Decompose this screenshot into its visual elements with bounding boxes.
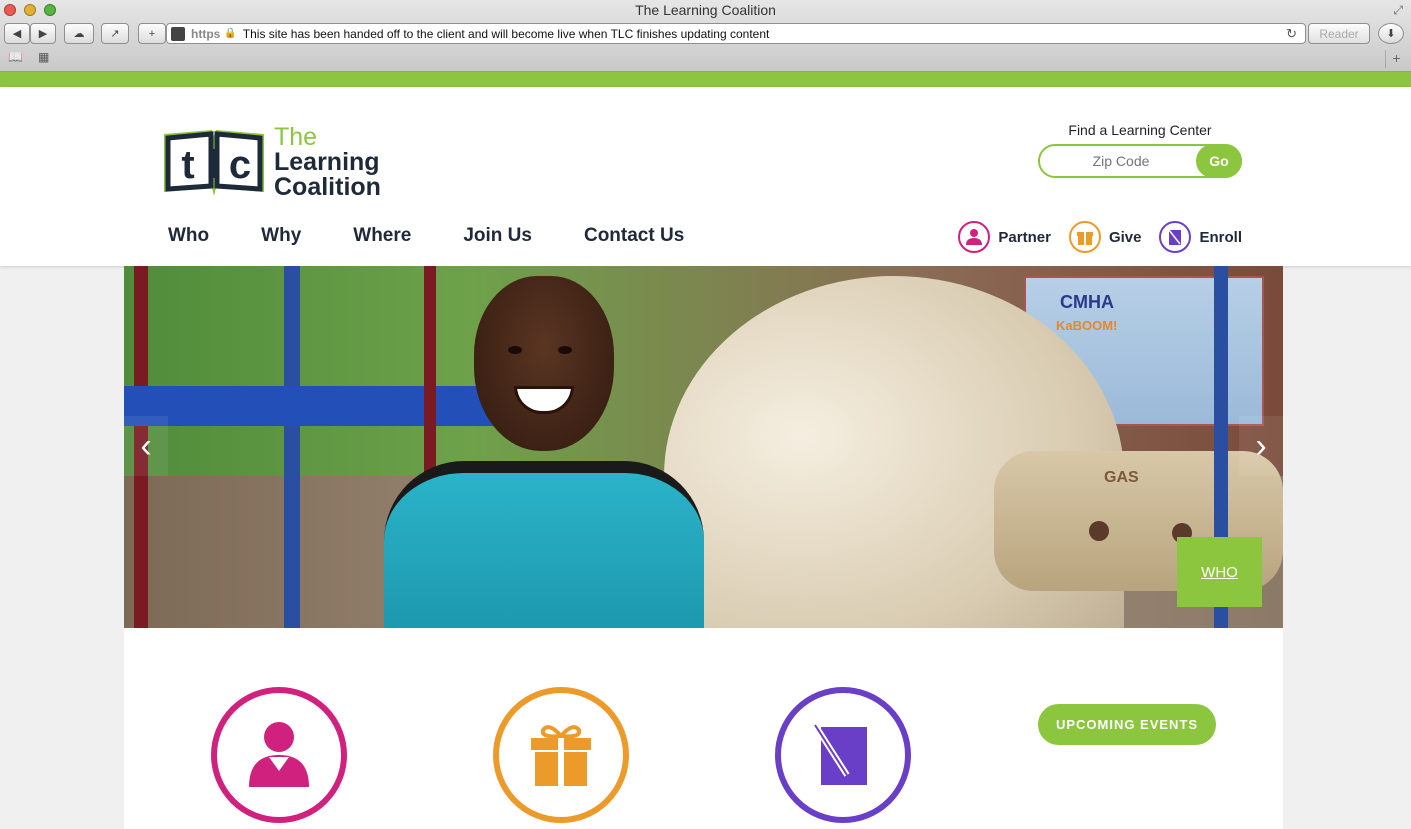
give-label: Give [1108, 228, 1142, 246]
svg-text:l: l [208, 143, 219, 187]
site-header: t l c The Learning Coalition Find a Lear… [0, 87, 1411, 266]
bookmarks-bar: 📖 ▦ + [0, 48, 1411, 70]
zip-search-form: Go [1038, 144, 1242, 178]
site-logo[interactable]: t l c The Learning Coalition [162, 125, 381, 200]
top-sites-grid-icon[interactable]: ▦ [38, 50, 49, 64]
url-scheme: https [191, 26, 221, 41]
top-accent-bar [0, 72, 1411, 87]
child-face [474, 276, 614, 451]
zip-go-button[interactable]: Go [1196, 144, 1242, 178]
window-title: The Learning Coalition [635, 2, 776, 18]
chevron-left-icon: ‹ [140, 426, 152, 465]
mural-text-cmha: CMHA [1060, 292, 1114, 312]
icloud-tabs-button[interactable]: ☁ [64, 23, 94, 44]
tube-hole [1089, 521, 1109, 541]
nav-item-join-us[interactable]: Join Us [463, 225, 532, 247]
lock-icon: 🔒 [224, 28, 237, 39]
downloads-button[interactable]: ⬇ [1378, 23, 1404, 44]
features-section: UPCOMING EVENTS [124, 628, 1283, 829]
partner-label: Partner [998, 228, 1051, 246]
partner-link[interactable]: Partner [958, 221, 1051, 253]
main-nav: Who Why Where Join Us Contact Us [168, 225, 736, 247]
slide-caption-box: WHO [1177, 537, 1262, 607]
logo-wordmark: The Learning Coalition [274, 125, 381, 200]
slider-prev-button[interactable]: ‹ [124, 416, 168, 476]
site-favicon-icon [171, 26, 185, 41]
person-icon [958, 221, 991, 253]
svg-text:t: t [181, 143, 194, 187]
url-text: This site has been handed off to the cli… [242, 26, 770, 41]
chevron-right-icon: › [1255, 426, 1267, 465]
browser-toolbar: ◀ ▶ ☁ ↗ + https 🔒 This site has been han… [0, 22, 1411, 46]
nav-item-why[interactable]: Why [261, 225, 301, 247]
form-pen-icon [1159, 221, 1192, 253]
gift-icon [1068, 221, 1101, 253]
gift-icon [531, 725, 591, 786]
tlc-book-logo-icon: t l c [162, 126, 266, 200]
new-tab-button[interactable]: + [1385, 50, 1407, 68]
give-feature-button[interactable] [493, 687, 629, 823]
form-pen-icon [812, 723, 867, 785]
hero-slider: CMHA KaBOOM! GAS ‹ › WHO [124, 266, 1283, 628]
child-shirt [384, 461, 704, 628]
partner-feature-button[interactable] [211, 687, 347, 823]
window-controls [4, 4, 56, 16]
header-actions: Partner Give Enroll [940, 221, 1242, 253]
nav-item-where[interactable]: Where [353, 225, 411, 247]
reader-button[interactable]: Reader [1308, 23, 1370, 44]
zoom-window-button[interactable] [44, 4, 56, 16]
add-bookmark-button[interactable]: + [138, 23, 166, 44]
slide-caption-link-who[interactable]: WHO [1201, 564, 1238, 581]
logo-word-learning: Learning [274, 148, 380, 176]
enroll-link[interactable]: Enroll [1159, 221, 1242, 253]
svg-text:c: c [229, 143, 251, 187]
address-bar[interactable]: https 🔒 This site has been handed off to… [166, 23, 1306, 44]
find-center-label: Find a Learning Center [1068, 122, 1212, 138]
person-icon [249, 722, 309, 787]
slider-next-button[interactable]: › [1239, 416, 1283, 476]
enroll-feature-button[interactable] [775, 687, 911, 823]
browser-chrome: The Learning Coalition ⤢ ◀ ▶ ☁ ↗ + https… [0, 0, 1411, 72]
share-button[interactable]: ↗ [101, 23, 129, 44]
logo-word-coalition: Coalition [274, 173, 381, 201]
forward-button[interactable]: ▶ [30, 23, 56, 44]
logo-word-the: The [274, 123, 318, 151]
minimize-window-button[interactable] [24, 4, 36, 16]
back-button[interactable]: ◀ [4, 23, 30, 44]
zip-code-input[interactable] [1048, 149, 1194, 173]
hero-photo-post [284, 266, 300, 628]
reload-icon[interactable]: ↻ [1286, 26, 1297, 42]
enroll-label: Enroll [1199, 228, 1242, 246]
child-eye [558, 346, 572, 354]
hero-photo-child [374, 276, 714, 628]
nav-item-contact-us[interactable]: Contact Us [584, 225, 684, 247]
upcoming-events-button[interactable]: UPCOMING EVENTS [1038, 704, 1216, 745]
reading-list-icon[interactable]: 📖 [8, 50, 23, 64]
mural-text-kaboom: KaBOOM! [1056, 318, 1118, 333]
child-eye [508, 346, 522, 354]
find-learning-center: Find a Learning Center Go [1038, 122, 1242, 178]
nav-item-who[interactable]: Who [168, 225, 209, 247]
tube-label: GAS [1104, 469, 1139, 486]
fullscreen-icon[interactable]: ⤢ [1393, 3, 1403, 18]
close-window-button[interactable] [4, 4, 16, 16]
give-link[interactable]: Give [1068, 221, 1142, 253]
